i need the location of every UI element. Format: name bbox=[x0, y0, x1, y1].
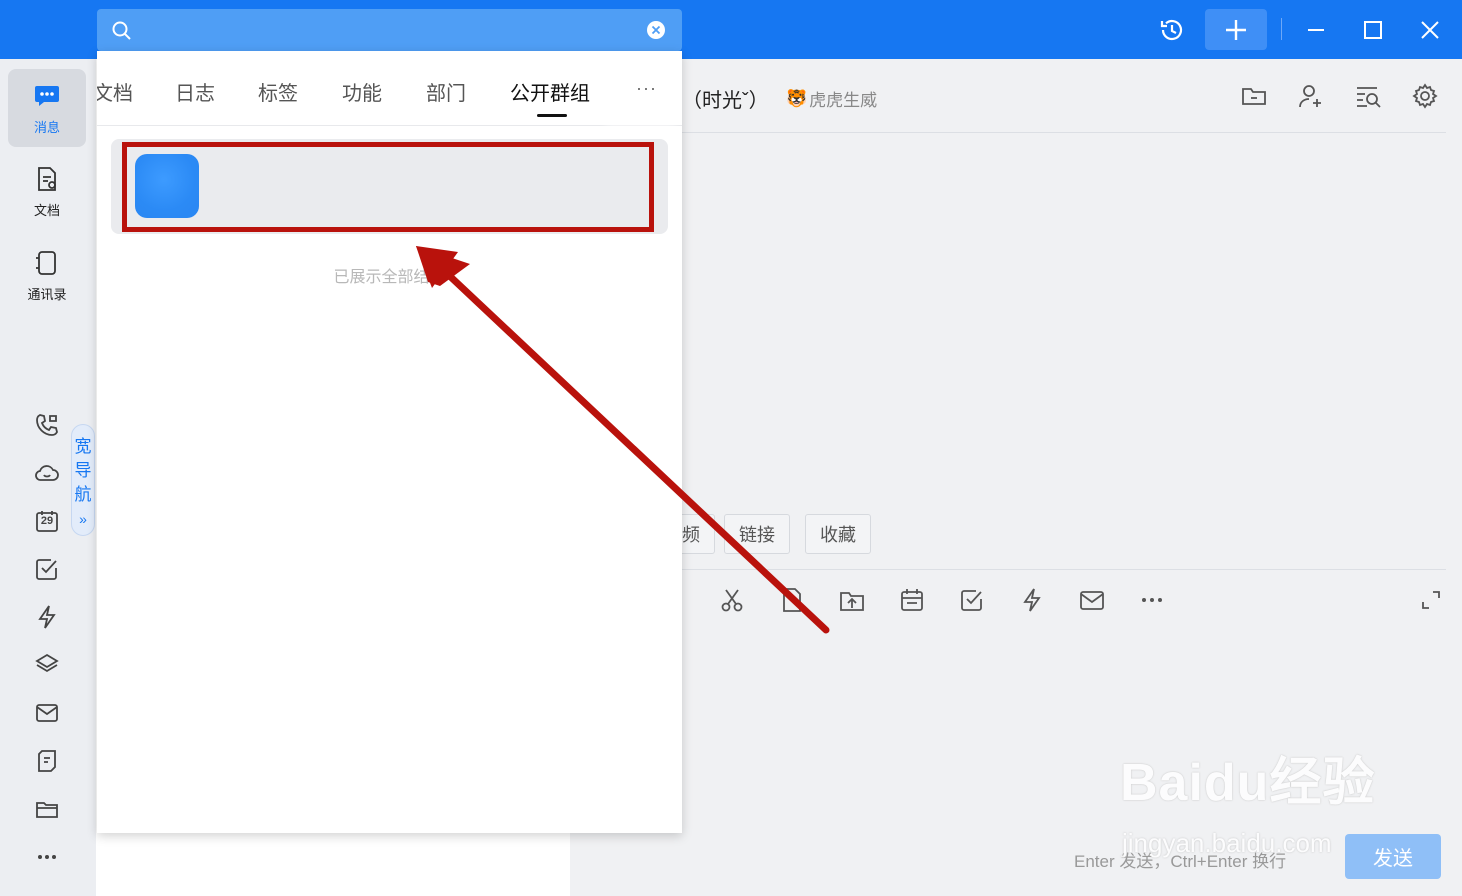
mail-icon[interactable] bbox=[33, 699, 61, 727]
quick-chip[interactable]: 链接 bbox=[724, 514, 790, 554]
todo-icon[interactable] bbox=[956, 584, 988, 616]
sidebar-item-contacts[interactable]: 通讯录 bbox=[8, 237, 86, 315]
search-bar bbox=[97, 9, 682, 51]
wide-nav-char: 宽 bbox=[74, 437, 92, 456]
wide-nav-toggle[interactable]: 宽 导 航 » bbox=[71, 424, 95, 536]
folder-icon[interactable] bbox=[33, 795, 61, 823]
titlebar-divider bbox=[1281, 18, 1282, 40]
tabs-more-button[interactable]: ··· bbox=[611, 51, 682, 125]
mail-icon[interactable] bbox=[1076, 584, 1108, 616]
upload-icon[interactable] bbox=[836, 584, 868, 616]
tab-public-groups[interactable]: 公开群组 bbox=[510, 77, 590, 106]
expand-icon[interactable] bbox=[1415, 584, 1447, 616]
results-end-note: 已展示全部结果 bbox=[333, 269, 446, 286]
search-history-icon[interactable] bbox=[1352, 80, 1384, 112]
lightning-icon[interactable] bbox=[33, 603, 61, 631]
tab-departments[interactable]: 部门 bbox=[426, 77, 466, 106]
notes-icon[interactable] bbox=[33, 747, 61, 775]
wide-nav-char: 导 bbox=[74, 461, 92, 480]
document-icon[interactable] bbox=[776, 584, 808, 616]
settings-icon[interactable] bbox=[1409, 80, 1441, 112]
toolbar-divider bbox=[682, 569, 1446, 570]
watermark-logo: Baidu经验 bbox=[1120, 754, 1376, 812]
watermark-url: jingyan.baidu.com bbox=[1122, 828, 1332, 858]
document-icon bbox=[33, 165, 61, 196]
more-icon[interactable] bbox=[1136, 584, 1168, 616]
calendar-day: 29 bbox=[40, 515, 54, 527]
search-tabs: 文档 日志 标签 功能 部门 公开群组 ··· bbox=[97, 51, 682, 126]
sidebar-item-label: 通讯录 bbox=[27, 287, 67, 302]
chat-subtitle: 🐯 虎虎生威 bbox=[786, 86, 877, 111]
tab-docs[interactable]: 文档 bbox=[97, 77, 133, 106]
add-member-icon[interactable] bbox=[1295, 80, 1327, 112]
cloud-icon[interactable] bbox=[33, 459, 61, 487]
more-icon[interactable] bbox=[33, 843, 61, 871]
search-input[interactable] bbox=[139, 15, 633, 47]
chat-subtitle-text: 虎虎生威 bbox=[809, 91, 878, 110]
clear-icon[interactable] bbox=[646, 20, 666, 40]
minimize-button[interactable] bbox=[1294, 9, 1338, 51]
sidebar-item-label: 文档 bbox=[33, 203, 60, 218]
close-button[interactable] bbox=[1408, 9, 1452, 51]
layers-icon[interactable] bbox=[33, 651, 61, 679]
maximize-button[interactable] bbox=[1351, 9, 1395, 51]
tab-logs[interactable]: 日志 bbox=[175, 77, 215, 106]
lightning-icon[interactable] bbox=[1016, 584, 1048, 616]
sidebar-item-label: 消息 bbox=[33, 120, 60, 135]
chat-header-divider bbox=[682, 132, 1446, 133]
scissors-icon[interactable] bbox=[716, 584, 748, 616]
highlight-frame bbox=[122, 142, 654, 232]
tab-tags[interactable]: 标签 bbox=[258, 77, 298, 106]
tab-functions[interactable]: 功能 bbox=[342, 77, 382, 106]
tiger-icon: 🐯 bbox=[786, 88, 808, 108]
calendar-icon[interactable]: 29 bbox=[33, 507, 61, 535]
wide-nav-char: 航 bbox=[74, 485, 92, 504]
phone-icon[interactable] bbox=[33, 411, 61, 439]
contacts-icon bbox=[33, 249, 61, 280]
calendar-icon[interactable] bbox=[896, 584, 928, 616]
chat-title: （时光ˇ） bbox=[682, 90, 769, 112]
send-button[interactable]: 发送 bbox=[1345, 834, 1441, 879]
sidebar-item-docs[interactable]: 文档 bbox=[8, 153, 86, 231]
active-tab-indicator bbox=[537, 114, 567, 117]
message-icon bbox=[32, 80, 62, 113]
todo-icon[interactable] bbox=[33, 555, 61, 583]
history-icon[interactable] bbox=[1150, 9, 1194, 51]
folder-icon[interactable] bbox=[1238, 80, 1270, 112]
quick-chip[interactable]: 收藏 bbox=[805, 514, 871, 554]
sidebar-item-messages[interactable]: 消息 bbox=[8, 69, 86, 147]
double-chevron-right-icon: » bbox=[79, 511, 87, 527]
create-button[interactable] bbox=[1205, 9, 1267, 50]
search-icon bbox=[112, 21, 131, 40]
